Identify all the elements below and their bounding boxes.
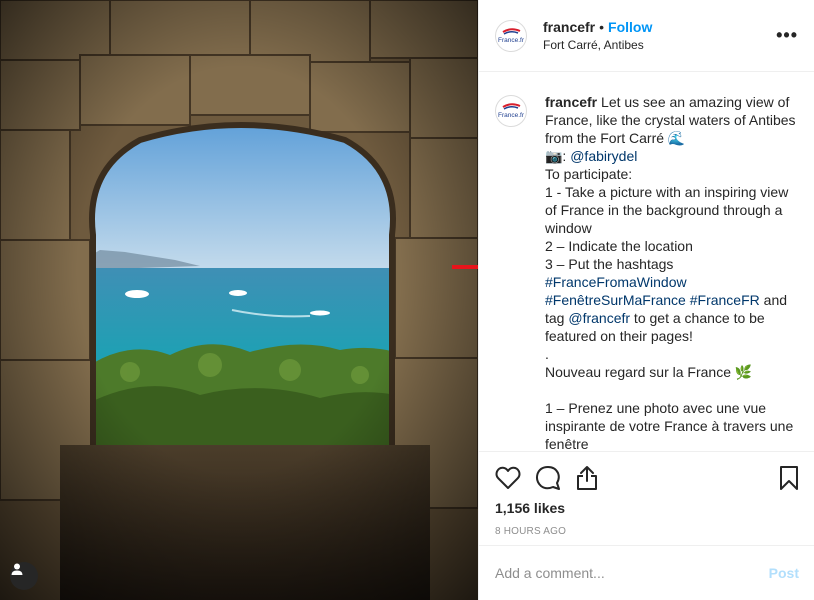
comment-input[interactable] [495,565,769,581]
bookmark-icon [780,466,798,490]
mention-link[interactable]: @francefr [568,310,630,326]
francefr-logo: France.fr [498,27,525,44]
timestamp[interactable]: 8 HOURS AGO [495,526,799,537]
action-bar: 1,156 likes 8 HOURS AGO [479,451,814,537]
caption-area: France.fr francefr Let us see an amazing… [479,73,814,451]
share-icon [577,466,597,490]
user-icon [11,563,23,575]
photo-illustration [0,0,478,600]
more-options-button[interactable]: ••• [776,25,798,46]
caption-segment: To participate: 1 - Take a picture with … [545,166,789,272]
hashtag-link[interactable]: #FenêtreSurMaFrance [545,292,686,308]
hashtag-link[interactable]: #FranceFromaWindow [545,274,687,290]
svg-text:France.fr: France.fr [498,37,525,44]
post-header: France.fr francefr • Follow Fort Carré, An… [479,0,814,72]
comment-button[interactable] [535,465,561,491]
post-sidebar: France.fr francefr • Follow Fort Carré, An… [478,0,814,600]
svg-text:France.fr: France.fr [498,112,525,119]
comment-icon [535,466,560,490]
post-comment-button[interactable]: Post [769,565,799,581]
username-link[interactable]: francefr [543,19,595,35]
avatar[interactable]: France.fr [495,19,527,52]
caption-avatar[interactable]: France.fr [495,95,527,127]
caption-username[interactable]: francefr [545,94,597,110]
caption-segment: to get a chance to be featured on their … [545,310,794,451]
likes-count[interactable]: 1,156 likes [495,500,799,516]
more-horizontal-icon: ••• [776,25,798,45]
share-button[interactable] [575,465,599,491]
location-link[interactable]: Fort Carré, Antibes [543,38,776,52]
comment-form: Post [479,545,814,600]
hashtag-link[interactable]: #FranceFR [690,292,760,308]
heart-icon [495,466,521,489]
mention-link[interactable]: @fabirydel [570,148,637,164]
follow-button[interactable]: Follow [608,19,652,35]
francefr-logo: France.fr [498,103,525,119]
save-button[interactable] [779,465,799,491]
caption-text: francefr Let us see an amazing view of F… [545,93,799,451]
tagged-user-button[interactable] [10,562,38,590]
post-photo[interactable] [0,0,478,600]
separator-dot: • [599,19,605,35]
like-button[interactable] [495,466,521,490]
